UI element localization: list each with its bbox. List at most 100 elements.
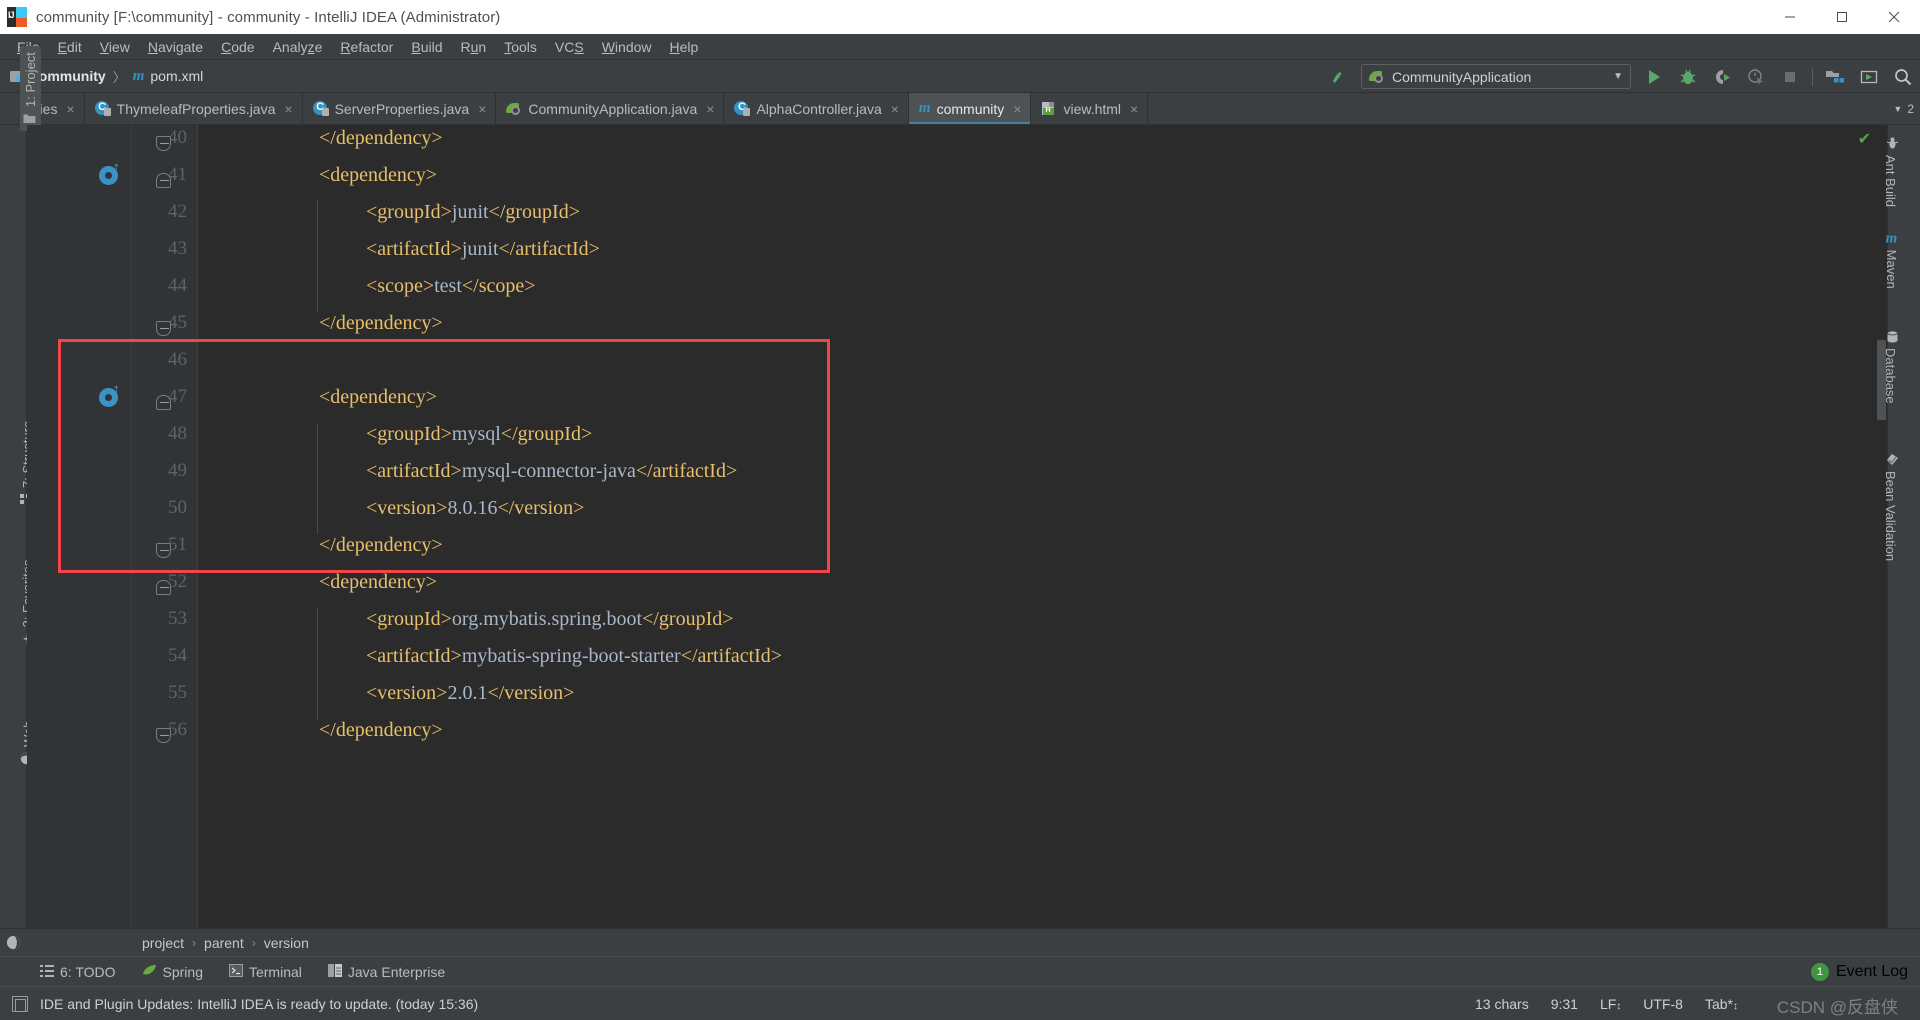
menu-item-analyze[interactable]: Analyze: [264, 37, 332, 57]
event-log-count-badge: 1: [1810, 962, 1829, 981]
stop-icon[interactable]: [1773, 60, 1807, 93]
code-token-tag: </groupId>: [500, 423, 593, 445]
navbar-crumb-file[interactable]: m pom.xml: [133, 68, 204, 85]
class-icon: C: [734, 100, 751, 117]
code-line[interactable]: </dependency>: [319, 719, 443, 742]
editor-tab-view-html[interactable]: H view.html ×: [1031, 93, 1149, 124]
code-line[interactable]: <dependency>: [319, 164, 437, 187]
run-icon[interactable]: [1637, 60, 1671, 93]
menu-item-code[interactable]: Code: [212, 37, 263, 57]
code-line[interactable]: </dependency>: [319, 127, 443, 150]
search-icon[interactable]: [1886, 60, 1920, 93]
menu-item-tools[interactable]: Tools: [495, 37, 546, 57]
gutter-maven-dependency-icon[interactable]: ↑: [99, 381, 125, 410]
minimize-button[interactable]: [1764, 0, 1816, 34]
breadcrumb-item-project[interactable]: project: [142, 935, 184, 951]
menu-item-build[interactable]: Build: [402, 37, 451, 57]
gutter-maven-dependency-icon[interactable]: ↑: [99, 159, 125, 188]
code-line[interactable]: <artifactId>junit</artifactId>: [366, 238, 600, 261]
gutter-fold-end-icon[interactable]: [156, 728, 172, 744]
sidebar-item-project[interactable]: 1: Project: [20, 46, 41, 131]
code-line[interactable]: <dependency>: [319, 571, 437, 594]
code-line[interactable]: <version>8.0.16</version>: [366, 497, 584, 520]
menu-item-window[interactable]: Window: [593, 37, 661, 57]
code-line[interactable]: <artifactId>mysql-connector-java</artifa…: [366, 460, 737, 483]
code-token-txt: mysql: [451, 423, 501, 445]
project-structure-icon[interactable]: [1818, 60, 1852, 93]
gutter-line-number: 52: [168, 571, 187, 592]
breadcrumb-item-version[interactable]: version: [264, 935, 309, 951]
status-message[interactable]: IDE and Plugin Updates: IntelliJ IDEA is…: [40, 996, 478, 1012]
status-indent[interactable]: Tab*↕: [1705, 996, 1738, 1012]
web-icon[interactable]: [0, 935, 27, 950]
close-icon[interactable]: ×: [891, 102, 899, 116]
code-token-tag: </artifactId>: [635, 460, 738, 482]
close-button[interactable]: [1868, 0, 1920, 34]
close-icon[interactable]: ×: [284, 102, 292, 116]
code-line[interactable]: <dependency>: [319, 386, 437, 409]
sidebar-item-database[interactable]: Database: [1883, 330, 1899, 404]
status-notification-icon[interactable]: [12, 995, 28, 1012]
indent-guide: [317, 682, 318, 719]
tool-window-java-enterprise[interactable]: Java Enterprise: [327, 963, 445, 980]
code-line[interactable]: <scope>test</scope>: [366, 275, 536, 298]
gutter-fold-start-icon[interactable]: [156, 395, 172, 411]
tool-window-spring[interactable]: Spring: [142, 964, 203, 980]
editor-gutter[interactable]: 40 41 ↑ 42 43 44 45 46 47 ↑ 48 49 50 51 52 53 54 55 56: [27, 125, 198, 928]
build-hammer-icon[interactable]: [1321, 60, 1355, 93]
close-icon[interactable]: ×: [478, 102, 486, 116]
code-line[interactable]: <groupId>org.mybatis.spring.boot</groupI…: [366, 608, 734, 631]
sidebar-item-maven[interactable]: m Maven: [1884, 230, 1899, 288]
code-line[interactable]: <groupId>mysql</groupId>: [366, 423, 592, 446]
gutter-fold-start-icon[interactable]: [156, 173, 172, 189]
menu-item-vcs[interactable]: VCS: [546, 37, 593, 57]
profiler-icon[interactable]: [1739, 60, 1773, 93]
status-line-separator[interactable]: LF↕: [1600, 996, 1621, 1012]
gutter-fold-end-icon[interactable]: [156, 321, 172, 337]
tool-window-todo[interactable]: 6: TODO: [40, 964, 116, 980]
code-line[interactable]: <version>2.0.1</version>: [366, 682, 574, 705]
status-encoding[interactable]: UTF-8: [1643, 996, 1683, 1012]
gutter-fold-end-icon[interactable]: [156, 136, 172, 152]
run-with-coverage-icon[interactable]: [1705, 60, 1739, 93]
gutter-line-number: 45: [168, 312, 187, 333]
gutter-fold-end-icon[interactable]: [156, 543, 172, 559]
gutter-fold-start-icon[interactable]: [156, 580, 172, 596]
menu-item-view[interactable]: View: [91, 37, 139, 57]
breadcrumb-item-parent[interactable]: parent: [204, 935, 244, 951]
tool-window-terminal[interactable]: Terminal: [228, 963, 302, 980]
code-line[interactable]: <groupId>junit</groupId>: [366, 201, 580, 224]
close-icon[interactable]: ×: [66, 102, 74, 116]
code-line[interactable]: <artifactId>mybatis-spring-boot-starter<…: [366, 645, 782, 668]
editor-tab-community[interactable]: m community ×: [908, 93, 1032, 124]
editor-code-area[interactable]: </dependency> <dependency> <groupId>junit<…: [198, 125, 1887, 928]
close-icon[interactable]: ×: [1130, 102, 1138, 116]
inspection-ok-icon[interactable]: ✔: [1858, 129, 1871, 149]
code-line[interactable]: </dependency>: [319, 312, 443, 335]
update-project-icon[interactable]: [1852, 60, 1886, 93]
menu-item-refactor[interactable]: Refactor: [331, 37, 402, 57]
code-line[interactable]: </dependency>: [319, 534, 443, 557]
run-configuration-selector[interactable]: CommunityApplication ▼: [1361, 64, 1631, 89]
close-icon[interactable]: ×: [1013, 102, 1021, 116]
code-token-txt: org.mybatis.spring.boot: [451, 608, 643, 630]
sidebar-item-ant-build[interactable]: Ant Build: [1883, 137, 1899, 207]
menu-item-run[interactable]: Run: [452, 37, 496, 57]
editor-tab-communityapplication[interactable]: CommunityApplication.java ×: [496, 93, 725, 124]
maximize-button[interactable]: [1816, 0, 1868, 34]
close-icon[interactable]: ×: [706, 102, 714, 116]
sidebar-item-label: Bean Validation: [1883, 471, 1899, 562]
menu-item-help[interactable]: Help: [661, 37, 708, 57]
sidebar-item-bean-validation[interactable]: Bean Validation: [1883, 453, 1899, 561]
code-editor[interactable]: 40 41 ↑ 42 43 44 45 46 47 ↑ 48 49 50 51 52 53 54 55 56 </d…: [27, 125, 1887, 928]
event-log-button[interactable]: 1 Event Log: [1810, 962, 1908, 981]
editor-tab-serverproperties[interactable]: C ServerProperties.java ×: [302, 93, 497, 124]
editor-tab-thymeleafproperties[interactable]: C ThymeleafProperties.java ×: [84, 93, 303, 124]
tabs-overflow[interactable]: ▼ 2: [1893, 93, 1914, 125]
menu-item-navigate[interactable]: Navigate: [139, 37, 212, 57]
debug-icon[interactable]: [1671, 60, 1705, 93]
menu-item-edit[interactable]: Edit: [49, 37, 91, 57]
spring-icon: [142, 964, 157, 980]
status-caret-position[interactable]: 9:31: [1551, 996, 1578, 1012]
editor-tab-alphacontroller[interactable]: C AlphaController.java ×: [724, 93, 909, 124]
